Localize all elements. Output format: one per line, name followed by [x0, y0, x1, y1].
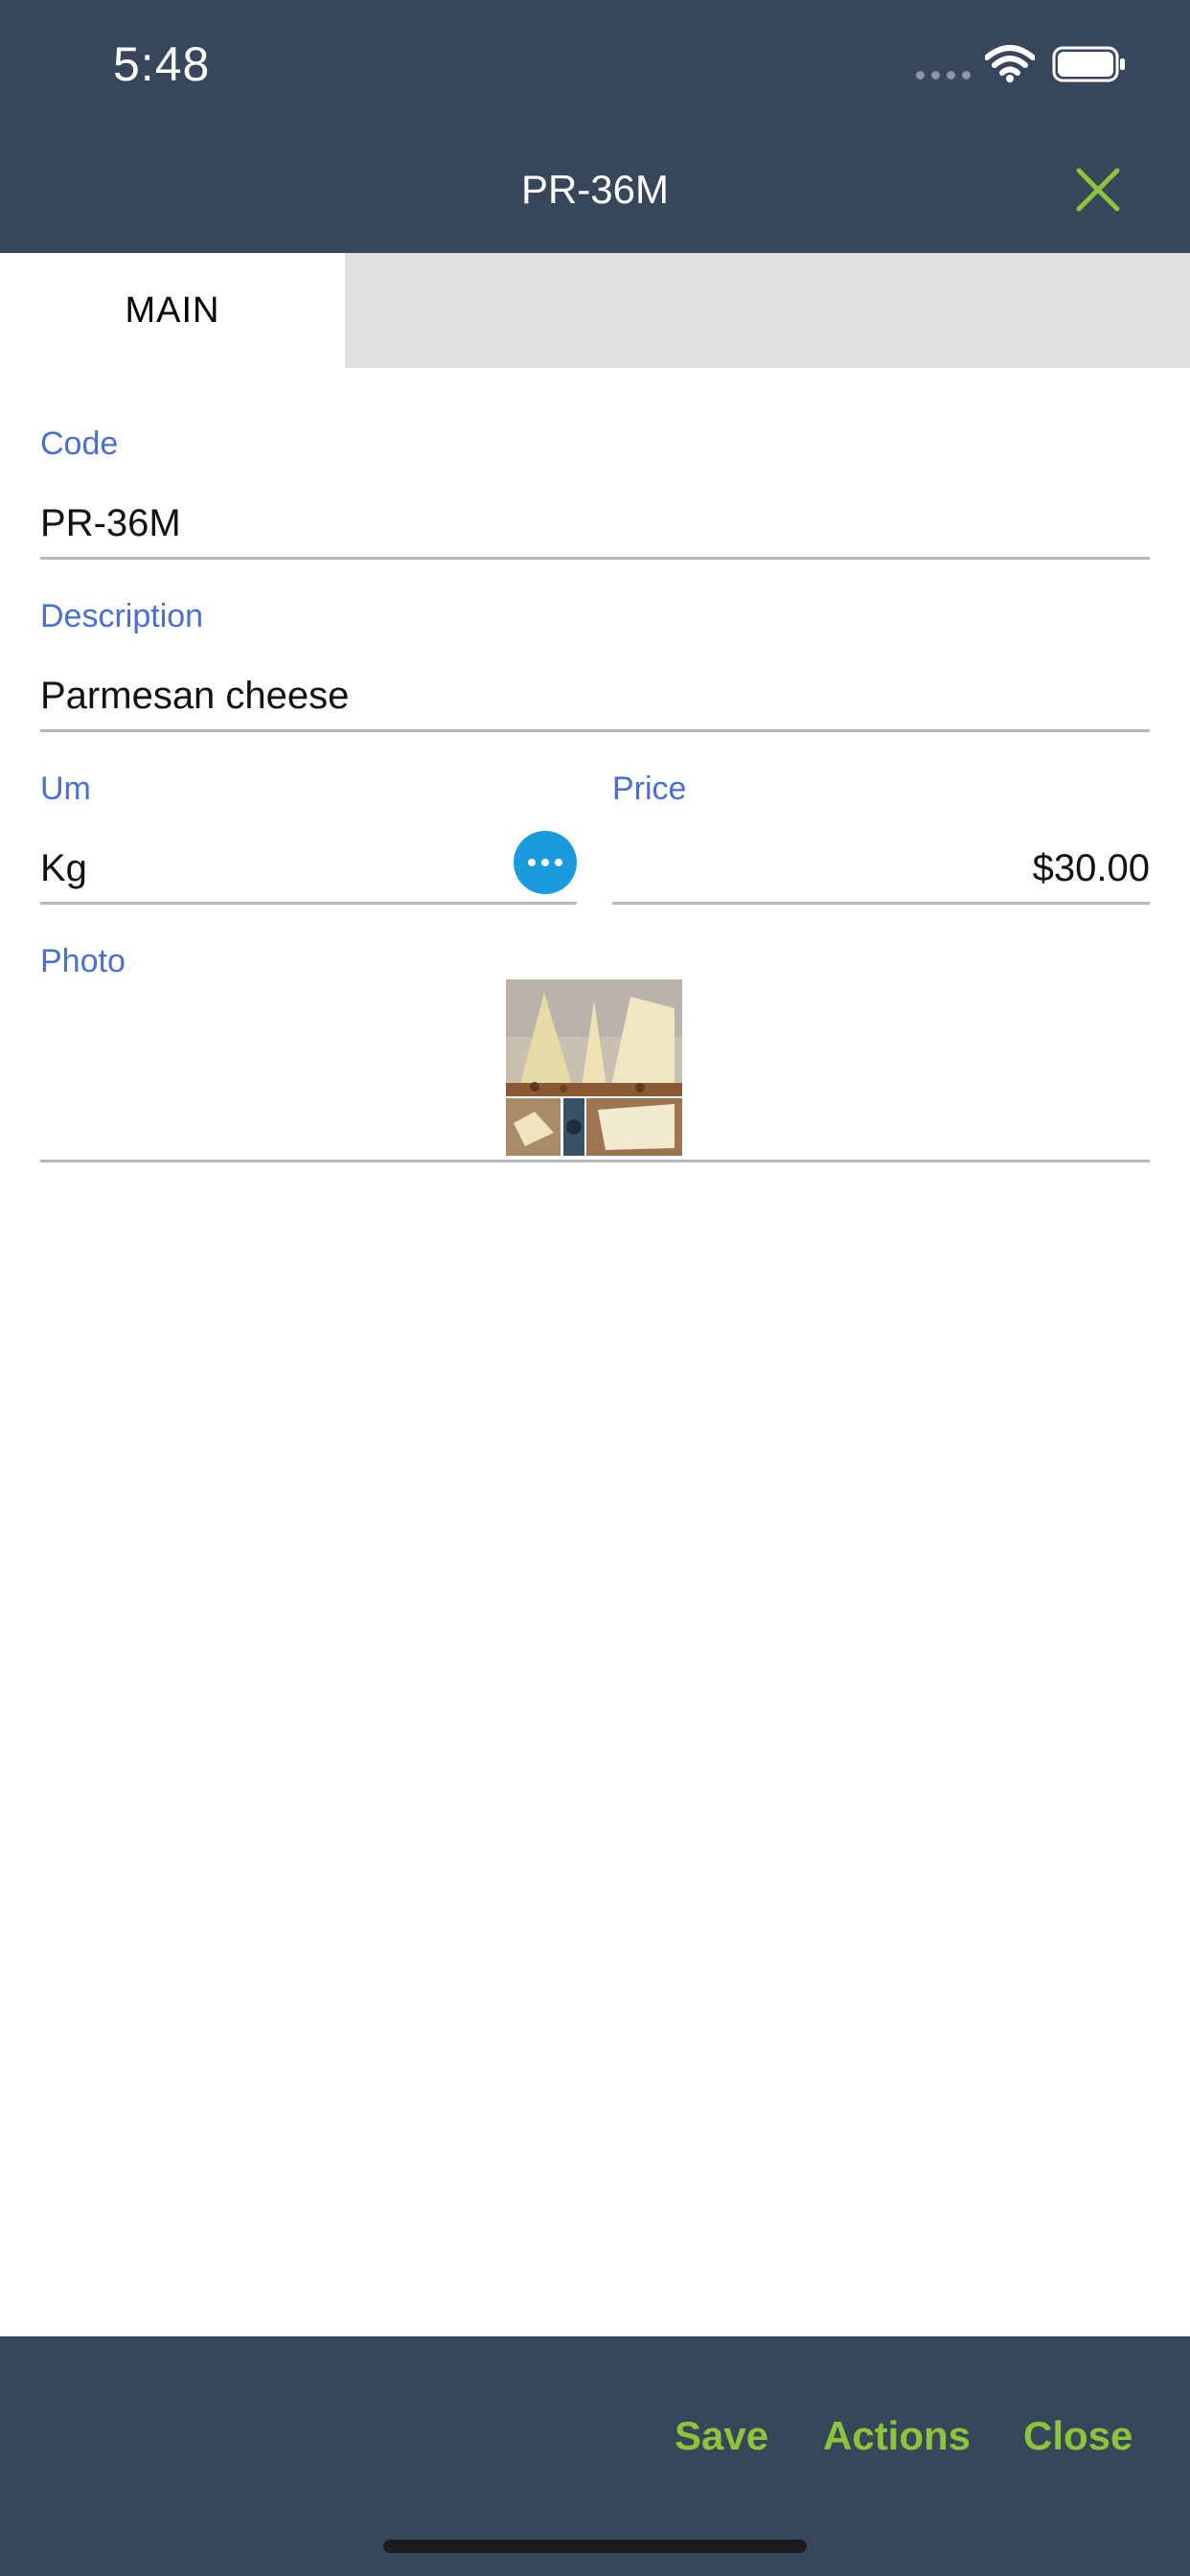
- photo-underline: [40, 1160, 1150, 1162]
- price-underline: [612, 902, 1150, 905]
- ellipsis-icon: [528, 859, 536, 866]
- um-lookup-button[interactable]: [514, 831, 577, 894]
- product-photo[interactable]: [506, 979, 682, 1156]
- code-underline: [40, 557, 1150, 560]
- description-label: Description: [40, 598, 204, 634]
- code-field[interactable]: PR-36M: [40, 502, 181, 545]
- um-label: Um: [40, 770, 91, 807]
- price-label: Price: [612, 770, 687, 807]
- description-underline: [40, 729, 1150, 732]
- wifi-icon: [985, 45, 1035, 82]
- page-title: PR-36M: [520, 167, 670, 212]
- um-underline: [40, 902, 577, 905]
- price-field[interactable]: $30.00: [1033, 847, 1150, 890]
- actions-button[interactable]: Actions: [823, 2413, 971, 2459]
- code-label: Code: [40, 426, 119, 462]
- close-button[interactable]: Close: [1023, 2413, 1133, 2459]
- tab-main[interactable]: MAIN: [0, 253, 345, 368]
- battery-icon: [1052, 46, 1125, 82]
- photo-label: Photo: [40, 943, 126, 979]
- bottom-toolbar: Save Actions Close: [0, 2336, 1190, 2576]
- um-field[interactable]: Kg: [40, 847, 87, 890]
- status-time: 5:48: [113, 37, 211, 91]
- home-indicator[interactable]: [383, 2540, 807, 2553]
- cellular-signal-icon: [916, 71, 971, 80]
- save-button[interactable]: Save: [675, 2413, 768, 2459]
- tab-bar: MAIN: [0, 253, 1190, 368]
- app-header: 5:48 PR-36M: [0, 0, 1190, 253]
- description-field[interactable]: Parmesan cheese: [40, 675, 349, 718]
- close-icon[interactable]: [1073, 165, 1123, 215]
